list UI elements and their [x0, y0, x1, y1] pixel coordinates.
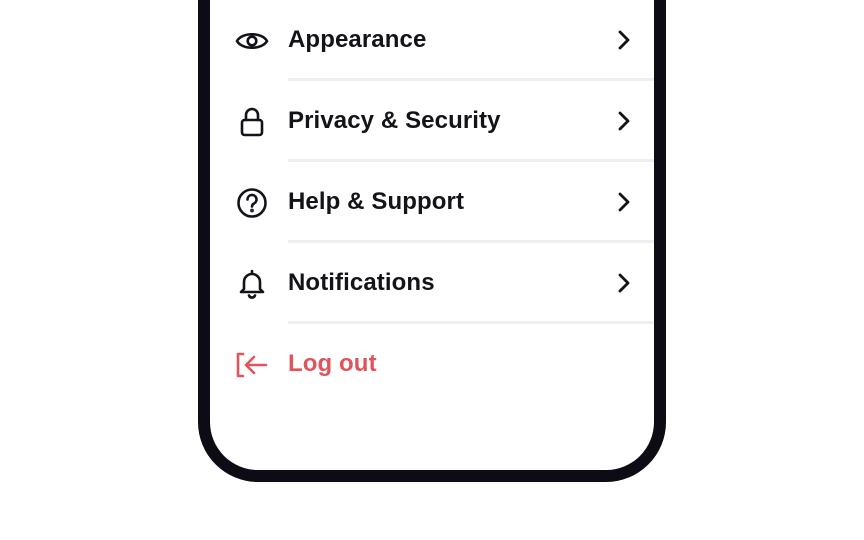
phone-frame: Appearance Privacy & Security Help & Sup…: [198, 0, 666, 482]
logout-button[interactable]: Log out: [210, 324, 654, 405]
menu-item-label: Privacy & Security: [288, 107, 501, 134]
phone-screen: Appearance Privacy & Security Help & Sup…: [210, 0, 654, 470]
logout-icon: [234, 348, 270, 382]
help-circle-icon: [234, 186, 270, 220]
chevron-right-icon: [616, 271, 632, 295]
menu-item-label: Appearance: [288, 26, 427, 53]
lock-icon: [234, 105, 270, 139]
chevron-right-icon: [616, 190, 632, 214]
settings-menu: Appearance Privacy & Security Help & Sup…: [210, 0, 654, 405]
menu-item-label: Help & Support: [288, 188, 465, 215]
menu-item-privacy-security[interactable]: Privacy & Security: [210, 81, 654, 162]
logout-label: Log out: [288, 350, 377, 377]
menu-item-label: Notifications: [288, 269, 435, 296]
bell-icon: [234, 267, 270, 301]
menu-item-help-support[interactable]: Help & Support: [210, 162, 654, 243]
menu-item-appearance[interactable]: Appearance: [210, 0, 654, 81]
eye-icon: [234, 24, 270, 58]
menu-item-notifications[interactable]: Notifications: [210, 243, 654, 324]
chevron-right-icon: [616, 28, 632, 52]
chevron-right-icon: [616, 109, 632, 133]
